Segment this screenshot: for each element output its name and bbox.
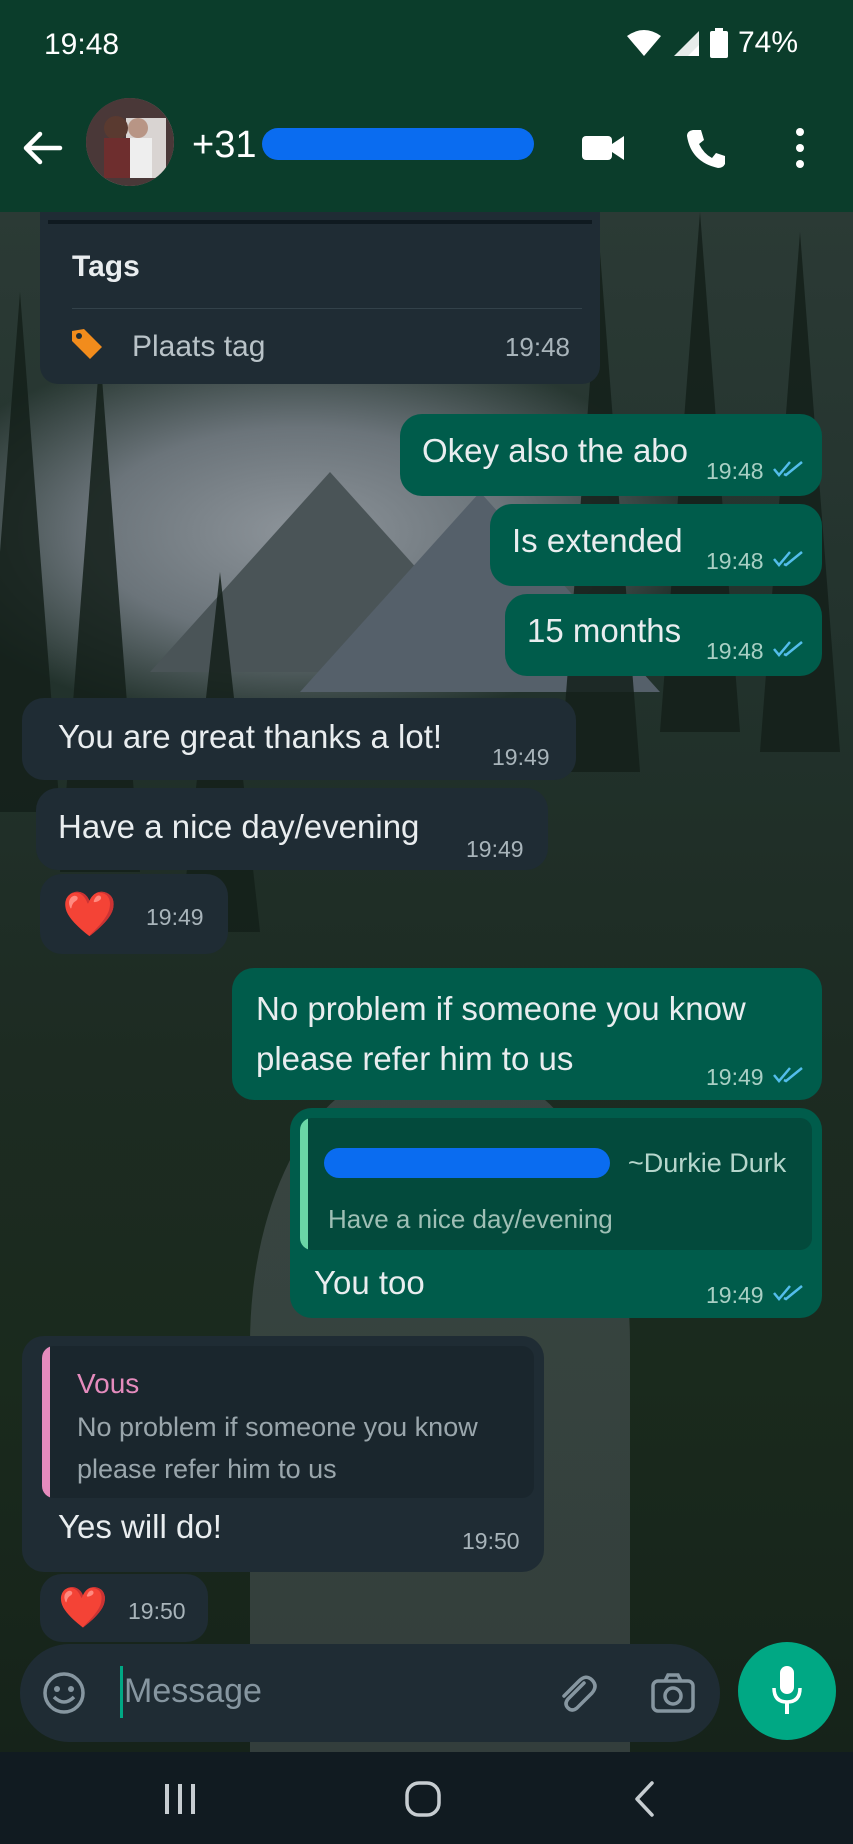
phone-call-icon[interactable] — [685, 126, 727, 170]
message-text: Is extended — [512, 522, 683, 559]
quoted-message[interactable]: Vous No problem if someone you know plea… — [42, 1346, 534, 1498]
quoted-message[interactable]: ~Durkie Durk Have a nice day/evening — [300, 1118, 812, 1250]
divider — [72, 308, 582, 309]
message-input[interactable]: Message — [124, 1672, 262, 1711]
incoming-message[interactable]: ❤️ 19:49 — [40, 874, 228, 954]
message-time: 19:49 — [706, 1064, 764, 1090]
tags-card: Tags Plaats tag 19:48 — [40, 212, 600, 384]
voice-record-button[interactable] — [738, 1642, 836, 1740]
heart-emoji: ❤️ — [58, 1586, 108, 1630]
read-receipt-icon — [773, 1067, 803, 1083]
quote-bar — [42, 1346, 50, 1498]
camera-icon[interactable] — [650, 1671, 696, 1715]
quote-text-line: No problem if someone you know — [77, 1412, 478, 1442]
incoming-message[interactable]: You are great thanks a lot! 19:49 — [22, 698, 576, 780]
status-time: 19:48 — [44, 28, 120, 61]
attach-icon[interactable] — [554, 1671, 600, 1717]
quote-bar — [300, 1118, 308, 1250]
avatar-photo-icon — [86, 98, 174, 186]
incoming-message[interactable]: Have a nice day/evening 19:49 — [36, 788, 548, 870]
incoming-message[interactable]: ❤️ 19:50 — [40, 1574, 208, 1642]
quote-author: Vous — [77, 1368, 140, 1399]
signal-icon — [673, 31, 699, 56]
message-text: Yes will do! — [58, 1508, 222, 1545]
outgoing-message[interactable]: Okey also the abo 19:48 — [400, 414, 822, 496]
contact-name[interactable]: +31 — [192, 124, 256, 167]
message-time: 19:50 — [462, 1528, 520, 1554]
message-time: 19:48 — [706, 548, 764, 574]
chat-header: +31 — [0, 90, 853, 212]
avatar[interactable] — [86, 98, 174, 186]
read-receipt-icon — [773, 1285, 803, 1301]
recent-apps-icon[interactable] — [162, 1782, 198, 1816]
message-text: You are great thanks a lot! — [58, 718, 443, 755]
message-text: Okey also the abo — [422, 432, 688, 469]
outgoing-message[interactable]: 15 months 19:48 — [505, 594, 822, 676]
chat-area[interactable]: Tags Plaats tag 19:48 Okey also the abo … — [0, 212, 853, 1752]
add-tag-button[interactable]: Plaats tag — [132, 330, 265, 364]
message-text: You too — [314, 1264, 425, 1301]
message-text: 15 months — [527, 612, 682, 649]
system-back-icon[interactable] — [632, 1780, 656, 1818]
battery-percent: 74% — [737, 26, 798, 59]
status-bar: 19:48 74% — [0, 0, 853, 90]
message-time: 19:49 — [492, 744, 550, 770]
incoming-reply-message[interactable]: Vous No problem if someone you know plea… — [22, 1336, 544, 1572]
more-options-icon[interactable] — [790, 126, 810, 170]
outgoing-reply-message[interactable]: ~Durkie Durk Have a nice day/evening You… — [290, 1108, 822, 1318]
redaction-bar — [262, 128, 534, 160]
back-arrow-icon[interactable] — [20, 126, 64, 170]
message-time: 19:48 — [504, 332, 570, 362]
emoji-icon[interactable] — [42, 1671, 86, 1715]
battery-icon — [709, 28, 728, 58]
message-text: Have a nice day/evening — [58, 808, 420, 845]
heart-emoji: ❤️ — [62, 890, 117, 939]
text-cursor — [120, 1666, 123, 1718]
message-time: 19:49 — [146, 904, 204, 930]
quote-text: Have a nice day/evening — [328, 1204, 613, 1234]
outgoing-message[interactable]: No problem if someone you know please re… — [232, 968, 822, 1100]
read-receipt-icon — [773, 461, 803, 477]
outgoing-message[interactable]: Is extended 19:48 — [490, 504, 822, 586]
status-icons: 74% — [626, 26, 798, 60]
quote-author: ~Durkie Durk — [628, 1148, 787, 1178]
microphone-icon — [772, 1666, 802, 1714]
message-time: 19:50 — [128, 1598, 186, 1624]
read-receipt-icon — [773, 641, 803, 657]
video-call-icon[interactable] — [580, 126, 626, 170]
tags-title: Tags — [72, 250, 140, 283]
message-time: 19:49 — [706, 1282, 764, 1308]
message-time: 19:48 — [706, 638, 764, 664]
redaction-bar — [324, 1148, 610, 1178]
system-nav-bar — [0, 1752, 853, 1844]
home-icon[interactable] — [404, 1780, 442, 1818]
message-text-line: please refer him to us — [256, 1040, 574, 1077]
wifi-icon — [626, 30, 661, 56]
read-receipt-icon — [773, 551, 803, 567]
divider — [48, 220, 592, 224]
quote-text-line: please refer him to us — [77, 1454, 337, 1484]
message-time: 19:48 — [706, 458, 764, 484]
message-text-line: No problem if someone you know — [256, 990, 746, 1027]
message-composer: Message — [20, 1644, 720, 1742]
tag-icon[interactable] — [70, 327, 104, 361]
message-time: 19:49 — [466, 836, 524, 862]
